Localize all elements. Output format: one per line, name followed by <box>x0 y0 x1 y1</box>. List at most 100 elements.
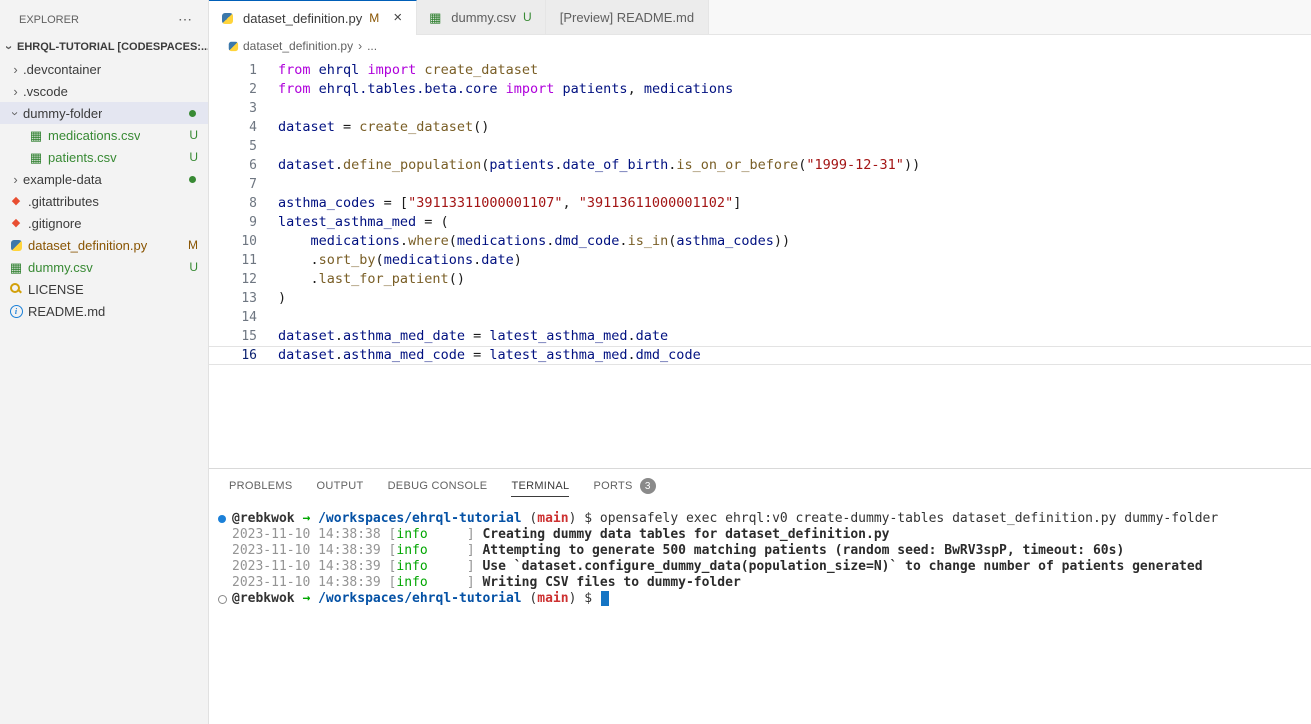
panel-tab-label: OUTPUT <box>317 480 364 492</box>
git-status-badge: U <box>189 128 198 142</box>
terminal-line-4: 2023-11-10 14:38:39 [info ] Use `dataset… <box>209 559 1311 575</box>
tree-item-dummy-csv[interactable]: dummy.csv U <box>0 256 208 278</box>
code-line-content: dataset.define_population(patients.date_… <box>278 156 1311 175</box>
code-line-2[interactable]: 2from ehrql.tables.beta.core import pati… <box>209 80 1311 99</box>
panel-tab-problems[interactable]: PROBLEMS <box>229 469 293 503</box>
code-line-content: latest_asthma_med = ( <box>278 213 1311 232</box>
terminal-output[interactable]: @rebkwok → /workspaces/ehrql-tutorial (m… <box>209 503 1311 724</box>
git-status-badge: U <box>189 260 198 274</box>
git-changes-dot <box>189 110 196 117</box>
command-decoration-icon[interactable] <box>218 595 227 604</box>
terminal-line-3: 2023-11-10 14:38:39 [info ] Attempting t… <box>209 543 1311 559</box>
tree-item-dummy-folder[interactable]: dummy-folder <box>0 102 208 124</box>
tab-preview-readme-md[interactable]: [Preview] README.md <box>546 0 709 34</box>
code-line-4[interactable]: 4dataset = create_dataset() <box>209 118 1311 137</box>
tree-item-gitattributes[interactable]: .gitattributes <box>0 190 208 212</box>
panel-tab-debug-console[interactable]: DEBUG CONSOLE <box>388 469 488 503</box>
command-decoration-icon[interactable] <box>218 515 226 523</box>
code-line-3[interactable]: 3 <box>209 99 1311 118</box>
code-line-1[interactable]: 1from ehrql import create_dataset <box>209 61 1311 80</box>
code-editor[interactable]: 1from ehrql import create_dataset2from e… <box>209 57 1311 468</box>
tree-item-vscode[interactable]: .vscode <box>0 80 208 102</box>
line-number: 12 <box>209 270 278 289</box>
code-line-7[interactable]: 7 <box>209 175 1311 194</box>
tab-dataset-definition-py[interactable]: dataset_definition.pyM× <box>209 0 417 35</box>
tree-item-gitignore[interactable]: .gitignore <box>0 212 208 234</box>
code-line-content: .last_for_patient() <box>278 270 1311 289</box>
ports-count-badge: 3 <box>640 478 656 494</box>
code-line-content: dataset.asthma_med_code = latest_asthma_… <box>278 346 1311 365</box>
code-line-content <box>278 175 1311 194</box>
csv-icon <box>28 150 44 164</box>
code-line-16[interactable]: 16dataset.asthma_med_code = latest_asthm… <box>209 346 1311 365</box>
tree-item-readme-md[interactable]: README.md <box>0 300 208 322</box>
code-line-content: from ehrql.tables.beta.core import patie… <box>278 80 1311 99</box>
tree-item-patients-csv[interactable]: patients.csvU <box>0 146 208 168</box>
code-line-11[interactable]: 11 .sort_by(medications.date) <box>209 251 1311 270</box>
csv-icon <box>28 128 44 142</box>
file-name: .gitignore <box>28 216 81 231</box>
code-line-15[interactable]: 15dataset.asthma_med_date = latest_asthm… <box>209 327 1311 346</box>
tab-label: dataset_definition.py <box>243 11 362 26</box>
terminal-line-1: @rebkwok → /workspaces/ehrql-tutorial (m… <box>209 511 1311 527</box>
file-tree: .devcontainer.vscodedummy-foldermedicati… <box>0 58 208 724</box>
panel-tab-label: TERMINAL <box>511 480 569 492</box>
python-icon <box>226 40 240 52</box>
line-number: 7 <box>209 175 278 194</box>
code-line-content: ) <box>278 289 1311 308</box>
line-number: 11 <box>209 251 278 270</box>
line-number: 13 <box>209 289 278 308</box>
breadcrumb-file[interactable]: dataset_definition.py <box>243 39 353 53</box>
code-line-8[interactable]: 8asthma_codes = ["39113311000001107", "3… <box>209 194 1311 213</box>
tree-item-example-data[interactable]: example-data <box>0 168 208 190</box>
tab-label: [Preview] README.md <box>560 10 694 25</box>
chevron-right-icon <box>8 84 23 99</box>
terminal-line-5: 2023-11-10 14:38:39 [info ] Writing CSV … <box>209 575 1311 591</box>
panel-tab-ports[interactable]: PORTS3 <box>593 469 655 503</box>
breadcrumb[interactable]: dataset_definition.py › ... <box>209 35 1311 57</box>
code-line-content <box>278 137 1311 156</box>
tab-dummy-csv[interactable]: dummy.csv U <box>417 0 545 34</box>
line-number: 2 <box>209 80 278 99</box>
terminal-line-6: @rebkwok → /workspaces/ehrql-tutorial (m… <box>209 591 1311 607</box>
code-line-content: asthma_codes = ["39113311000001107", "39… <box>278 194 1311 213</box>
explorer-title: EXPLORER <box>19 14 79 26</box>
tree-item-license[interactable]: LICENSE <box>0 278 208 300</box>
code-line-content: dataset = create_dataset() <box>278 118 1311 137</box>
file-name: dummy.csv <box>28 260 93 275</box>
tree-item-devcontainer[interactable]: .devcontainer <box>0 58 208 80</box>
tab-bar: dataset_definition.pyM× dummy.csv U [Previe… <box>209 0 1311 35</box>
chevron-right-icon <box>8 62 23 77</box>
info-icon <box>8 304 24 318</box>
code-line-6[interactable]: 6dataset.define_population(patients.date… <box>209 156 1311 175</box>
git-status-badge: U <box>523 10 532 24</box>
csv-icon <box>427 10 443 24</box>
code-line-12[interactable]: 12 .last_for_patient() <box>209 270 1311 289</box>
panel-tab-output[interactable]: OUTPUT <box>317 469 364 503</box>
more-actions-icon[interactable]: ⋯ <box>178 11 192 28</box>
file-name: LICENSE <box>28 282 84 297</box>
tree-item-dataset-definition-py[interactable]: dataset_definition.py M <box>0 234 208 256</box>
breadcrumb-symbol[interactable]: ... <box>367 39 377 53</box>
panel-tab-label: PROBLEMS <box>229 480 293 492</box>
tree-item-medications-csv[interactable]: medications.csvU <box>0 124 208 146</box>
git-status-badge: M <box>188 238 198 252</box>
line-number: 8 <box>209 194 278 213</box>
file-name: dataset_definition.py <box>28 238 147 253</box>
workspace-section-header[interactable]: EHRQL-TUTORIAL [CODESPACES:... <box>0 36 208 58</box>
close-icon[interactable]: × <box>389 10 406 26</box>
code-line-5[interactable]: 5 <box>209 137 1311 156</box>
line-number: 9 <box>209 213 278 232</box>
code-line-10[interactable]: 10 medications.where(medications.dmd_cod… <box>209 232 1311 251</box>
code-line-14[interactable]: 14 <box>209 308 1311 327</box>
code-line-9[interactable]: 9latest_asthma_med = ( <box>209 213 1311 232</box>
breadcrumb-separator-icon: › <box>358 39 362 53</box>
sidebar-header: EXPLORER ⋯ <box>0 0 208 36</box>
line-number: 15 <box>209 327 278 346</box>
line-number: 4 <box>209 118 278 137</box>
python-icon <box>8 238 24 252</box>
code-line-13[interactable]: 13) <box>209 289 1311 308</box>
tab-label: dummy.csv <box>451 10 516 25</box>
panel-tab-terminal[interactable]: TERMINAL <box>511 469 569 503</box>
workspace-name: EHRQL-TUTORIAL [CODESPACES:... <box>17 41 208 53</box>
